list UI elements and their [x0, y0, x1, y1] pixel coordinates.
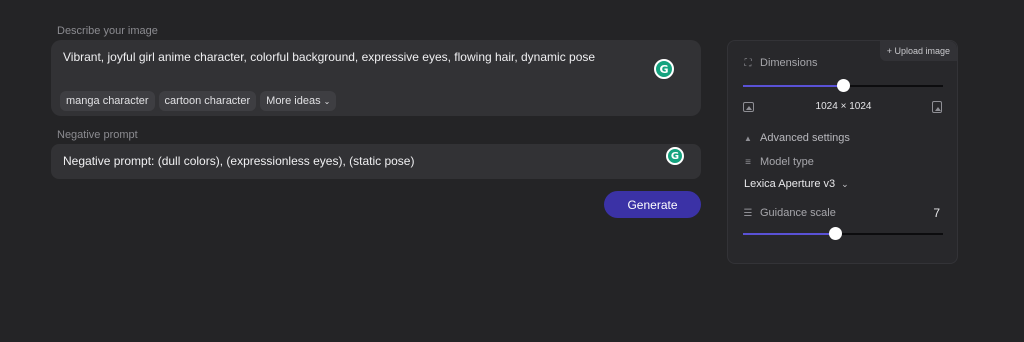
upload-image-button[interactable]: + Upload image	[879, 41, 957, 61]
model-select-value: Lexica Aperture v3	[744, 178, 836, 190]
negative-prompt-input[interactable]: Negative prompt: (dull colors), (express…	[51, 144, 701, 179]
prompt-label: Describe your image	[57, 25, 158, 37]
chevron-down-icon: ⌄	[841, 178, 849, 189]
grammarly-icon[interactable]: G	[666, 147, 684, 165]
slider-fill	[743, 233, 835, 235]
prompt-input[interactable]: Vibrant, joyful girl anime character, co…	[51, 40, 701, 116]
model-select[interactable]: Lexica Aperture v3 ⌄	[744, 178, 849, 190]
dimensions-value: 1024 × 1024	[815, 101, 872, 112]
generate-button[interactable]: Generate	[604, 191, 701, 218]
guidance-scale-slider[interactable]	[743, 227, 943, 240]
caret-up-icon: ▲	[744, 133, 752, 143]
model-type-label: Model type	[760, 156, 814, 168]
expand-icon: ⛶	[744, 57, 752, 69]
guidance-scale-value: 7	[933, 206, 940, 220]
chevron-down-icon: ⌄	[323, 96, 331, 106]
prompt-text[interactable]: Vibrant, joyful girl anime character, co…	[63, 50, 595, 64]
chip-cartoon-character[interactable]: cartoon character	[158, 91, 257, 111]
negative-prompt-text[interactable]: Negative prompt: (dull colors), (express…	[63, 154, 414, 168]
slider-fill	[743, 85, 843, 87]
more-ideas-label: More ideas	[266, 95, 321, 107]
more-ideas-button[interactable]: More ideas ⌄	[260, 91, 337, 111]
dimensions-slider[interactable]	[743, 79, 943, 92]
model-type-row: ≡ Model type	[743, 156, 814, 168]
suggestion-chips: manga character cartoon character More i…	[60, 91, 337, 111]
dimensions-row: ⛶ Dimensions	[743, 57, 818, 69]
guidance-scale-label: Guidance scale	[760, 207, 836, 219]
advanced-settings-toggle[interactable]: ▲ Advanced settings	[743, 132, 850, 144]
app-root: Describe your image Vibrant, joyful girl…	[0, 0, 1024, 342]
advanced-settings-label: Advanced settings	[760, 132, 850, 144]
settings-panel: + Upload image ⛶ Dimensions 1024 × 1024 …	[727, 40, 958, 264]
chip-manga-character[interactable]: manga character	[60, 91, 155, 111]
negative-prompt-label: Negative prompt	[57, 129, 138, 141]
grammarly-icon[interactable]: G	[654, 59, 674, 79]
list-icon: ≡	[745, 156, 751, 168]
slider-thumb[interactable]	[837, 79, 850, 92]
sliders-icon: ☰	[743, 207, 753, 219]
slider-thumb[interactable]	[829, 227, 842, 240]
portrait-image-icon[interactable]	[932, 101, 942, 113]
guidance-scale-row: ☰ Guidance scale	[743, 207, 836, 219]
dimensions-label: Dimensions	[760, 57, 818, 69]
